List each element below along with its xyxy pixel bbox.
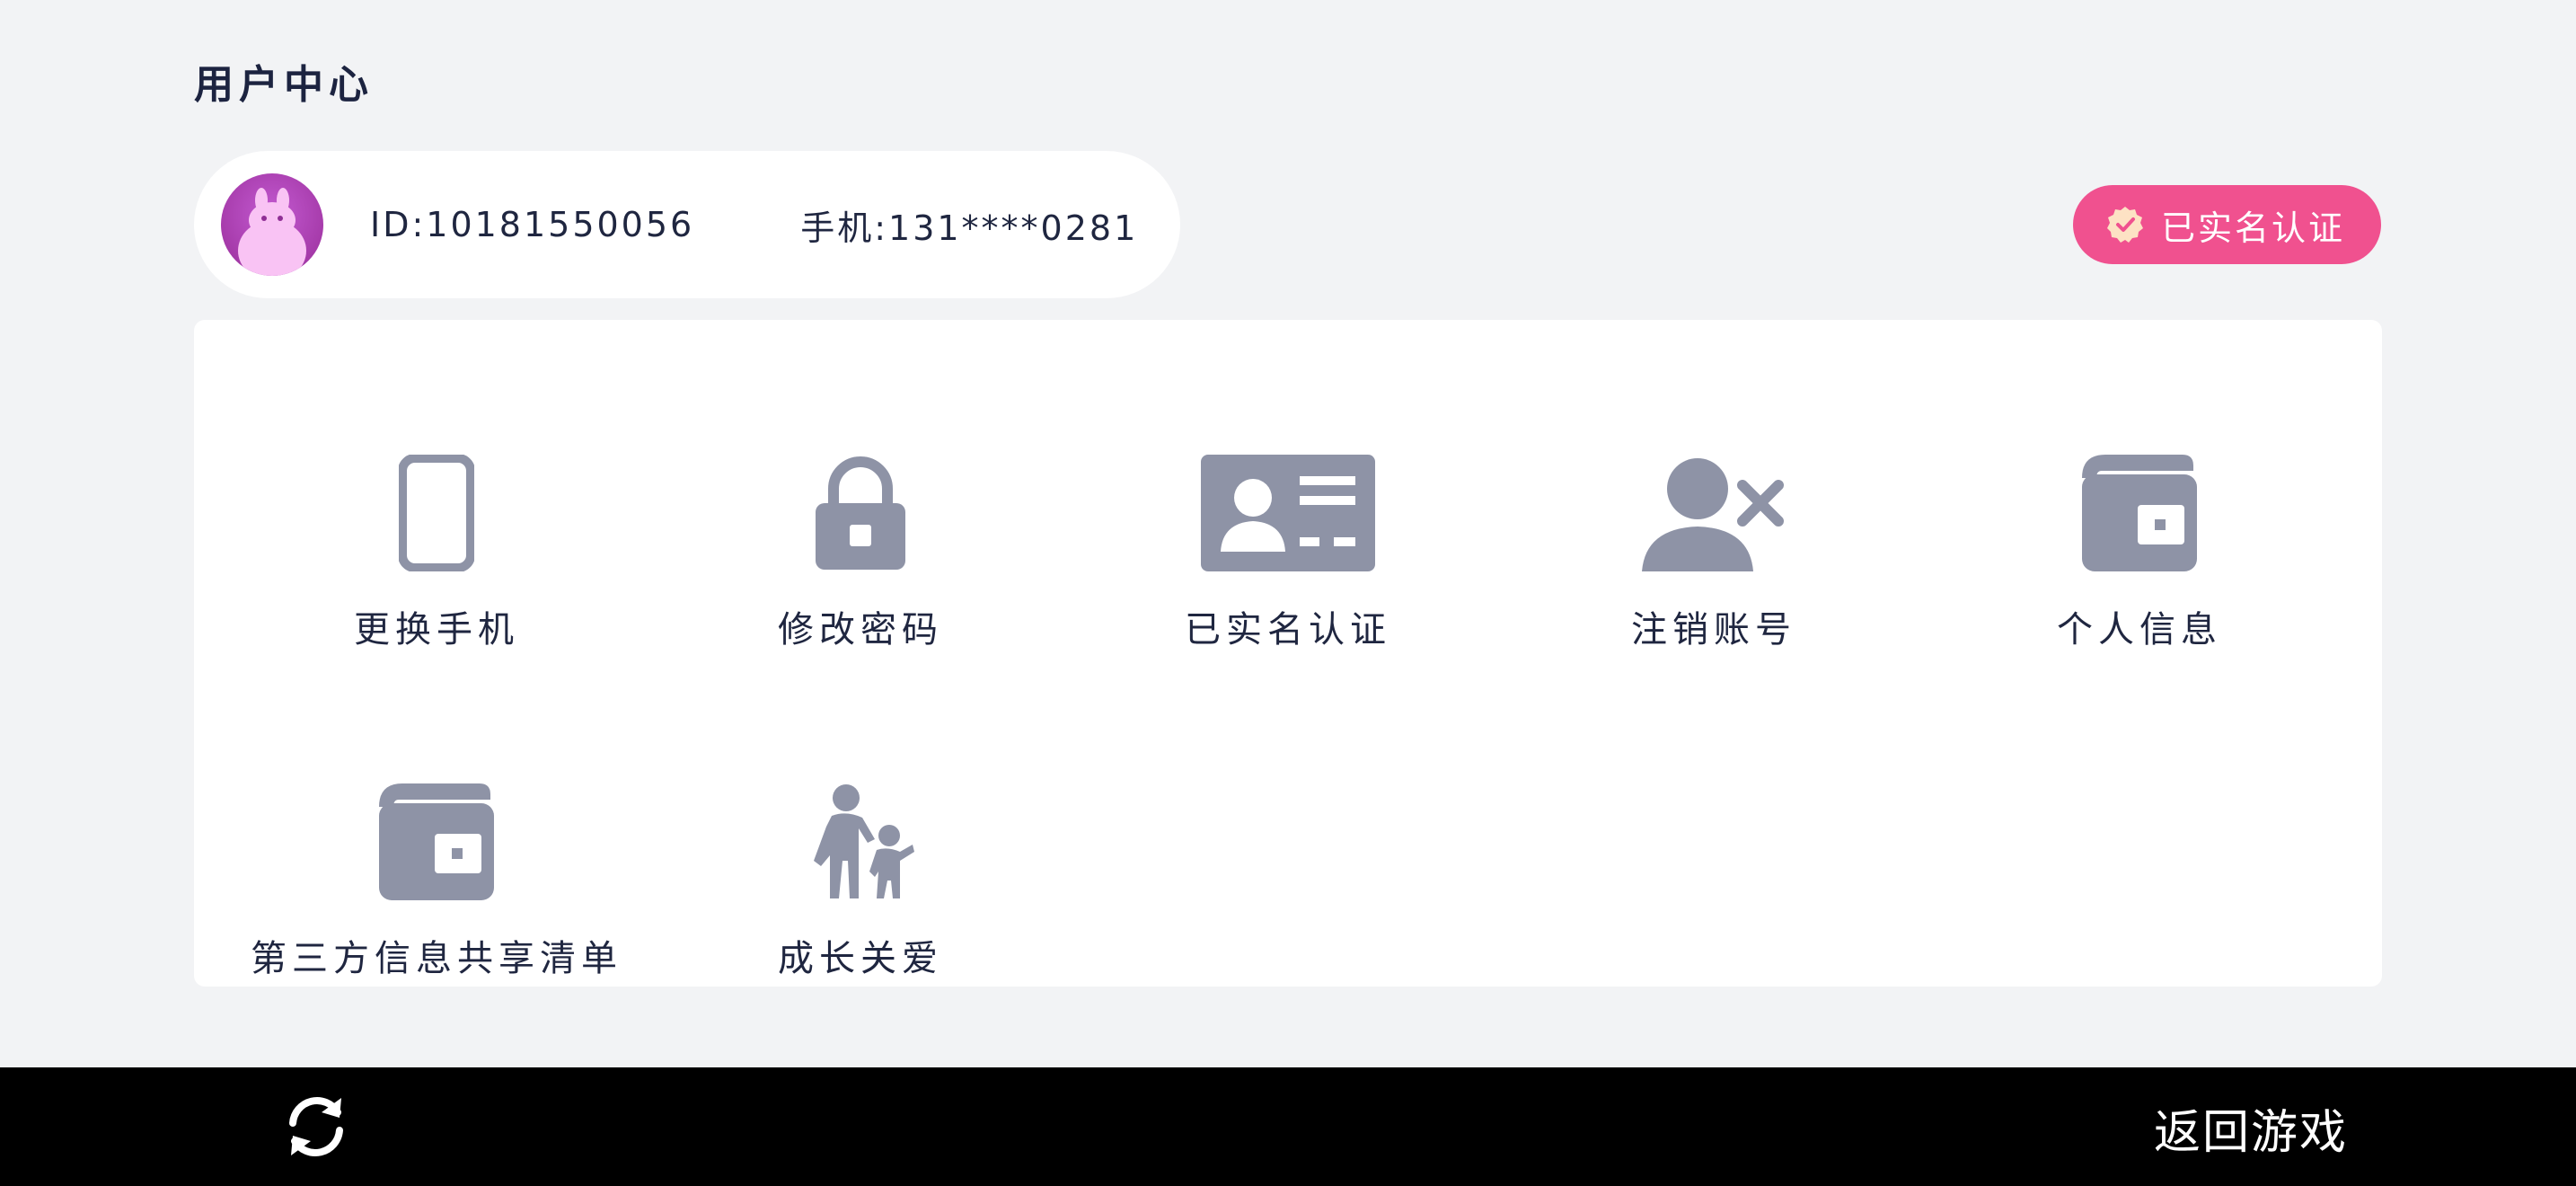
id-card-icon [1201,455,1375,571]
lock-icon [816,456,905,570]
menu-item-label: 修改密码 [778,609,943,651]
page-title: 用户中心 [194,62,374,108]
refresh-icon[interactable] [277,1087,356,1166]
user-remove-icon [1642,458,1784,571]
avatar [221,173,323,276]
menu-item-label: 已实名认证 [1185,609,1391,651]
menu-item-label: 第三方信息共享清单 [251,938,622,979]
wallet-icon [2082,455,2197,571]
bottom-bar: 返回游戏 [0,1067,2576,1186]
user-phone: 手机:131****0281 [800,208,1139,248]
menu-item-cancel-account[interactable]: 注销账号 [1516,455,1911,679]
user-id: ID:10181550056 [370,205,695,244]
menu-item-change-password[interactable]: 修改密码 [663,455,1058,679]
menu-item-label: 更换手机 [354,609,519,651]
menu-item-growth-care[interactable]: 成长关爱 [663,783,1058,1008]
return-game-button[interactable]: 返回游戏 [2154,1094,2348,1162]
menu-item-label: 注销账号 [1631,609,1796,651]
verified-check-icon [2107,207,2143,243]
menu-item-change-phone[interactable]: 更换手机 [239,455,634,679]
wallet-icon [379,783,494,900]
user-center-page: 用户中心 ID:10181550056 手机:131****0281 已实名认证 [0,0,2576,1186]
phone-icon [399,455,474,571]
menu-item-third-party-list[interactable]: 第三方信息共享清单 [239,783,634,1008]
verified-badge[interactable]: 已实名认证 [2073,185,2381,264]
menu-item-label: 成长关爱 [778,938,943,979]
user-info-card: ID:10181550056 手机:131****0281 [194,151,1180,298]
menu-item-label: 个人信息 [2057,609,2222,651]
menu-item-realname[interactable]: 已实名认证 [1090,455,1486,679]
parent-child-icon [814,784,914,898]
menu-item-personal-info[interactable]: 个人信息 [1942,455,2337,679]
verified-badge-label: 已实名认证 [2161,208,2346,248]
menu-card: 更换手机 修改密码 已实名认证 注销账号 个人信息 第三方信息共享清单 成长关爱 [194,320,2382,987]
